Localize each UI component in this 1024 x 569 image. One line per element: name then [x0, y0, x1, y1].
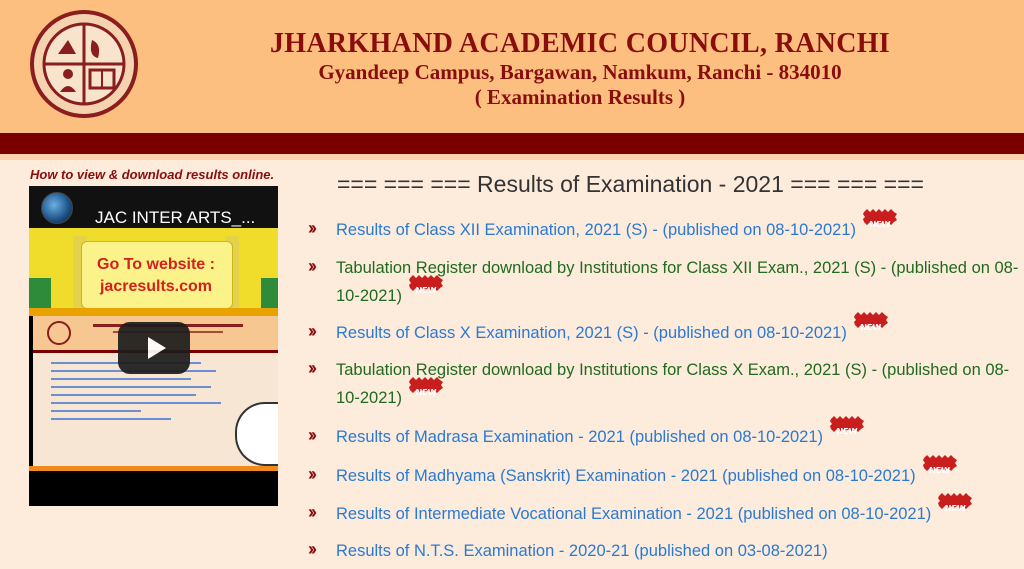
- result-link-text[interactable]: Results of Intermediate Vocational Exami…: [336, 505, 931, 523]
- result-link-text[interactable]: Results of Class XII Examination, 2021 (…: [336, 221, 856, 239]
- thumbnail-strip: [29, 308, 278, 316]
- play-button[interactable]: [118, 322, 190, 374]
- double-chevron-icon: ››: [308, 425, 317, 445]
- thumbnail-caption: Go To website : jacresults.com: [81, 254, 231, 298]
- preview-logo: [47, 321, 71, 345]
- result-link[interactable]: Results of Class XII Examination, 2021 (…: [336, 209, 1020, 244]
- preview-line: [51, 402, 221, 404]
- result-link[interactable]: Results of Madrasa Examination - 2021 (p…: [336, 416, 1020, 451]
- thumbnail-caption-line2: jacresults.com: [99, 278, 213, 295]
- new-badge-label: NEW: [415, 388, 437, 397]
- new-badge-icon: NEW: [408, 376, 444, 397]
- header-divider-light: [0, 154, 1024, 160]
- play-icon: [148, 337, 166, 359]
- double-chevron-icon: ››: [308, 218, 317, 238]
- preview-line: [51, 394, 196, 396]
- channel-avatar[interactable]: [41, 192, 73, 224]
- result-link-text[interactable]: Results of Madhyama (Sanskrit) Examinati…: [336, 467, 916, 485]
- result-link-text[interactable]: Results of Madrasa Examination - 2021 (p…: [336, 428, 823, 446]
- new-badge-label: NEW: [836, 427, 858, 436]
- thumbnail-decoration: [29, 278, 51, 308]
- new-badge-label: NEW: [860, 323, 882, 332]
- new-badge-icon: NEW: [408, 274, 444, 295]
- new-badge-icon: NEW: [862, 208, 898, 229]
- new-badge-icon: NEW: [937, 492, 973, 513]
- double-chevron-icon: ››: [308, 256, 317, 276]
- video-black-bar: [29, 471, 278, 506]
- new-badge-icon: NEW: [922, 454, 958, 475]
- result-link[interactable]: Tabulation Register download by Institut…: [336, 254, 1020, 310]
- double-chevron-icon: ››: [308, 539, 317, 559]
- new-badge-label: NEW: [869, 220, 891, 229]
- new-badge-label: NEW: [415, 286, 437, 295]
- council-address: Gyandeep Campus, Bargawan, Namkum, Ranch…: [318, 60, 842, 84]
- result-link-text[interactable]: Results of N.T.S. Examination - 2020-21 …: [336, 542, 828, 560]
- result-link[interactable]: Results of Madhyama (Sanskrit) Examinati…: [336, 455, 1020, 490]
- double-chevron-icon: ››: [308, 502, 317, 522]
- page-subtitle: ( Examination Results ): [474, 85, 686, 109]
- site-header: JHARKHAND ACADEMIC COUNCIL, RANCHI Gyand…: [0, 0, 1024, 133]
- result-link[interactable]: Results of N.T.S. Examination - 2020-21 …: [336, 537, 1020, 565]
- double-chevron-icon: ››: [308, 464, 317, 484]
- new-badge-label: NEW: [944, 504, 966, 513]
- result-link[interactable]: Results of Class X Examination, 2021 (S)…: [336, 312, 1020, 347]
- video-title-bar: JAC INTER ARTS_...: [29, 186, 278, 228]
- result-link[interactable]: Tabulation Register download by Institut…: [336, 356, 1020, 412]
- preview-line: [51, 378, 191, 380]
- double-chevron-icon: ››: [308, 321, 317, 341]
- jac-emblem-logo: [30, 10, 138, 118]
- thumbnail-caption-line1: Go To website :: [97, 256, 215, 273]
- preview-line: [51, 410, 141, 412]
- result-link[interactable]: Results of Intermediate Vocational Exami…: [336, 493, 1020, 528]
- preview-line: [51, 418, 171, 420]
- title-block: JHARKHAND ACADEMIC COUNCIL, RANCHI Gyand…: [260, 28, 900, 110]
- thumbnail-decoration: [261, 278, 278, 308]
- preview-emblem: [235, 402, 278, 466]
- double-chevron-icon: ››: [308, 358, 317, 378]
- new-badge-label: NEW: [929, 466, 951, 475]
- council-title: JHARKHAND ACADEMIC COUNCIL, RANCHI: [270, 28, 890, 59]
- preview-line: [51, 386, 211, 388]
- new-badge-icon: NEW: [853, 311, 889, 332]
- header-divider-band: [0, 133, 1024, 154]
- results-heading: === === === Results of Examination - 202…: [337, 171, 924, 197]
- video-title[interactable]: JAC INTER ARTS_...: [95, 208, 255, 228]
- result-link-text[interactable]: Results of Class X Examination, 2021 (S)…: [336, 324, 847, 342]
- youtube-video-embed[interactable]: JAC INTER ARTS_... Go To website : jacre…: [29, 186, 278, 506]
- howto-label: How to view & download results online.: [30, 167, 275, 182]
- new-badge-icon: NEW: [829, 415, 865, 436]
